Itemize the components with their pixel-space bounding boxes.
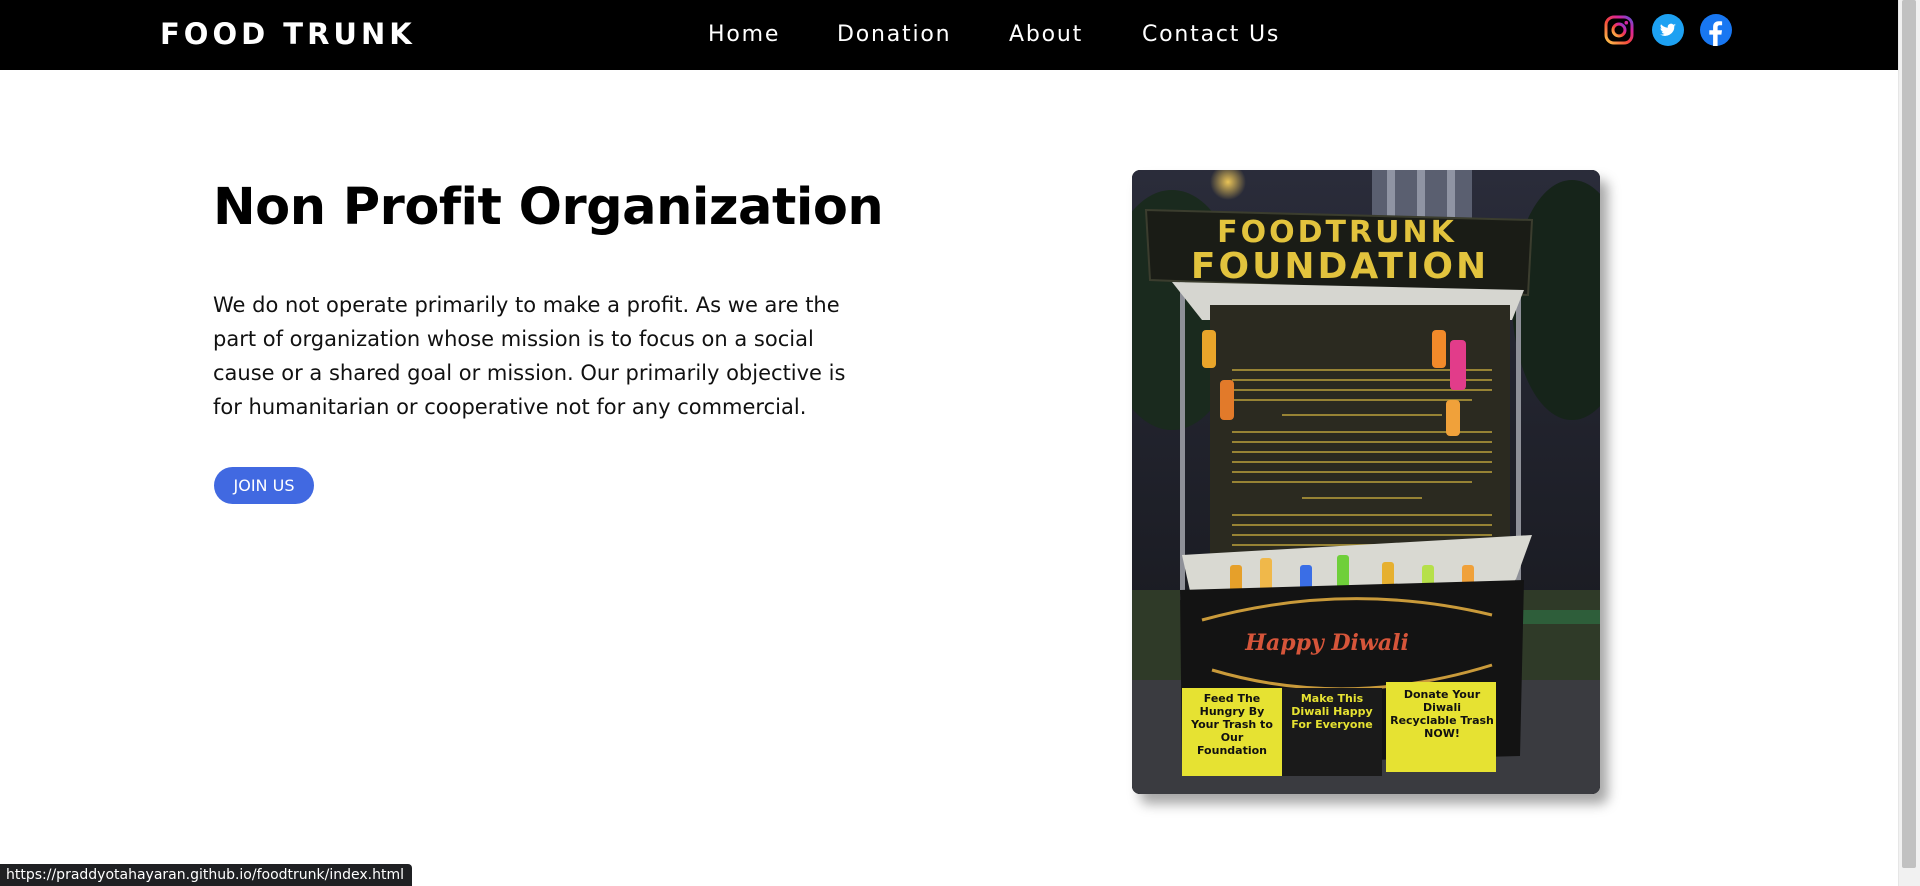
scrollbar-thumb[interactable] bbox=[1902, 0, 1916, 868]
page-scrollbar[interactable] bbox=[1898, 0, 1920, 886]
banner-line2: FOUNDATION bbox=[1191, 246, 1489, 287]
status-bar-url: https://praddyotahayaran.github.io/foodt… bbox=[0, 864, 412, 886]
twitter-icon[interactable] bbox=[1652, 14, 1684, 46]
hero-title: Non Profit Organization bbox=[213, 178, 884, 237]
facebook-icon[interactable] bbox=[1700, 14, 1732, 46]
top-navbar: FOOD TRUNK Home Donation About Contact U… bbox=[0, 0, 1899, 70]
foodtrunk-stall-photo: FOODTRUNK FOUNDATION Happy Diwali Feed T… bbox=[1132, 170, 1600, 794]
instagram-icon[interactable] bbox=[1603, 14, 1635, 46]
nav-home[interactable]: Home bbox=[708, 20, 780, 50]
nav-donation[interactable]: Donation bbox=[837, 20, 951, 50]
join-us-button[interactable]: JOIN US bbox=[214, 467, 314, 504]
nav-contact-us[interactable]: Contact Us bbox=[1142, 20, 1280, 50]
poster-donate: Donate Your Diwali Recyclable Trash NOW! bbox=[1390, 688, 1494, 740]
banner-line1: FOODTRUNK bbox=[1217, 215, 1457, 250]
hero-description: We do not operate primarily to make a pr… bbox=[213, 293, 846, 419]
nav-about[interactable]: About bbox=[1009, 20, 1083, 50]
happy-diwali-banner: Happy Diwali bbox=[1244, 630, 1409, 656]
poster-feed-the-hungry: Feed The Hungry By Your Trash to Our Fou… bbox=[1191, 692, 1273, 757]
brand-logo[interactable]: FOOD TRUNK bbox=[160, 16, 416, 52]
poster-make-this-diwali: Make This Diwali Happy For Everyone bbox=[1291, 692, 1373, 731]
